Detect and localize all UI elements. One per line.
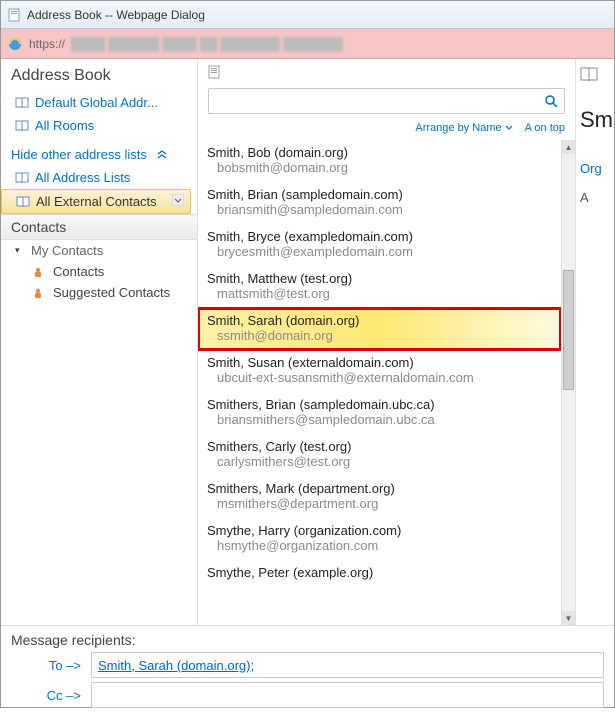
search-icon[interactable] [544,94,558,108]
detail-a-label: A [580,190,610,205]
tree-suggested-contacts[interactable]: Suggested Contacts [1,282,197,303]
search-box[interactable] [208,88,565,114]
to-button[interactable]: To –> [11,658,81,673]
ie-icon [7,36,23,52]
dropdown-icon[interactable] [172,194,184,209]
list-item[interactable]: Smythe, Peter (example.org) [198,560,561,587]
contact-name: Smithers, Carly (test.org) [207,439,552,454]
book-icon [15,172,29,184]
contact-email: mattsmith@test.org [207,286,552,301]
arrange-by-label: Arrange by Name [415,122,501,134]
tree-label: My Contacts [31,243,103,258]
contact-email: ubcuit-ext-susansmith@externaldomain.com [207,370,552,385]
search-input[interactable] [215,93,544,110]
tree-label: Suggested Contacts [53,285,170,300]
tree-label: Contacts [53,264,104,279]
list-item[interactable]: Smithers, Brian (sampledomain.ubc.ca)bri… [198,392,561,434]
sidebar-label: All External Contacts [36,194,157,209]
detail-name-fragment: Smi [580,107,610,133]
tree-my-contacts[interactable]: ▾ My Contacts [1,240,197,261]
list-item[interactable]: Smith, Bob (domain.org)bobsmith@domain.o… [198,140,561,182]
url-bar: https:// ████ ██████ ████ ██ ███████ ███… [1,29,614,59]
sidebar-item-all-address-lists[interactable]: All Address Lists [1,166,197,189]
contact-email: carlysmithers@test.org [207,454,552,469]
contact-list-panel: Arrange by Name A on top Smith, Bob (dom… [198,59,576,625]
contact-name: Smith, Matthew (test.org) [207,271,552,286]
url-scheme: https:// [29,37,65,51]
contact-email: hsmythe@organization.com [207,538,552,553]
to-field[interactable]: Smith, Sarah (domain.org); [91,652,604,678]
sidebar: Address Book Default Global Addr... All … [1,59,198,625]
window-title: Address Book -- Webpage Dialog [27,8,205,22]
book-icon [16,196,30,208]
list-scrollpane: Smith, Bob (domain.org)bobsmith@domain.o… [198,140,575,625]
scroll-thumb[interactable] [563,270,574,390]
sidebar-label: Default Global Addr... [35,95,158,110]
sidebar-item-all-rooms[interactable]: All Rooms [1,114,197,137]
chevron-up-icon [157,150,167,160]
to-row: To –> Smith, Sarah (domain.org); [11,652,604,678]
tree-contacts[interactable]: Contacts [1,261,197,282]
list-item[interactable]: Smythe, Harry (organization.com)hsmythe@… [198,518,561,560]
arrange-by-toggle[interactable]: Arrange by Name [415,122,512,134]
contact-name: Smithers, Brian (sampledomain.ubc.ca) [207,397,552,412]
window-titlebar: Address Book -- Webpage Dialog [1,1,614,29]
list-item[interactable]: Smith, Matthew (test.org)mattsmith@test.… [198,266,561,308]
detail-panel: Smi Org A [576,59,614,625]
recipients-heading: Message recipients: [11,632,604,648]
url-blurred: ████ ██████ ████ ██ ███████ ███████ [71,37,608,51]
cc-button[interactable]: Cc –> [11,688,81,703]
sidebar-label: All Address Lists [35,170,130,185]
hide-address-lists-toggle[interactable]: Hide other address lists [1,143,197,166]
contact-name: Smith, Susan (externaldomain.com) [207,355,552,370]
contacts-heading: Contacts [1,214,197,240]
detail-org-label: Org [580,161,610,176]
contact-name: Smith, Bryce (exampledomain.com) [207,229,552,244]
page-icon [7,8,21,22]
contact-name: Smythe, Harry (organization.com) [207,523,552,538]
contact-name: Smythe, Peter (example.org) [207,565,552,580]
sidebar-heading: Address Book [1,59,197,91]
book-icon [15,120,29,132]
list-item[interactable]: Smithers, Mark (department.org)msmithers… [198,476,561,518]
hide-link-label: Hide other address lists [11,147,147,162]
contact-email: msmithers@department.org [207,496,552,511]
recipient-chip[interactable]: Smith, Sarah (domain.org); [98,658,254,673]
main-columns: Address Book Default Global Addr... All … [1,59,614,625]
contact-name: Smith, Brian (sampledomain.com) [207,187,552,202]
contact-email: briansmithers@sampledomain.ubc.ca [207,412,552,427]
list-item[interactable]: Smith, Bryce (exampledomain.com)brycesmi… [198,224,561,266]
list-item[interactable]: Smithers, Carly (test.org)carlysmithers@… [198,434,561,476]
list-item[interactable]: Smith, Susan (externaldomain.com)ubcuit-… [198,350,561,392]
recipients-footer: Message recipients: To –> Smith, Sarah (… [1,625,614,718]
scroll-down-button[interactable]: ▼ [562,611,575,625]
list-item[interactable]: Smith, Brian (sampledomain.com)briansmit… [198,182,561,224]
contact-email: brycesmith@exampledomain.com [207,244,552,259]
sidebar-item-default-gal[interactable]: Default Global Addr... [1,91,197,114]
cc-field[interactable] [91,682,604,708]
vertical-scrollbar[interactable]: ▲ ▼ [561,140,575,625]
sidebar-item-all-external-contacts[interactable]: All External Contacts [1,189,191,214]
contacts-icon [33,287,47,299]
contact-name: Smith, Sarah (domain.org) [207,313,552,328]
contact-email: bobsmith@domain.org [207,160,552,175]
scroll-up-button[interactable]: ▲ [562,140,575,154]
contact-email: ssmith@domain.org [207,328,552,343]
contact-name: Smith, Bob (domain.org) [207,145,552,160]
contacts-icon [33,266,47,278]
cc-row: Cc –> [11,682,604,708]
address-book-icon[interactable] [580,67,610,83]
sort-order-toggle[interactable]: A on top [525,122,565,134]
list-item[interactable]: Smith, Sarah (domain.org)ssmith@domain.o… [198,308,561,350]
caret-down-icon: ▾ [15,245,25,256]
sort-order-label: A on top [525,122,565,134]
book-icon [15,97,29,109]
view-mode-icon[interactable] [208,67,224,82]
contact-email: briansmith@sampledomain.com [207,202,552,217]
arrange-bar: Arrange by Name A on top [198,120,575,140]
contact-list: Smith, Bob (domain.org)bobsmith@domain.o… [198,140,561,625]
sidebar-label: All Rooms [35,118,94,133]
contact-name: Smithers, Mark (department.org) [207,481,552,496]
